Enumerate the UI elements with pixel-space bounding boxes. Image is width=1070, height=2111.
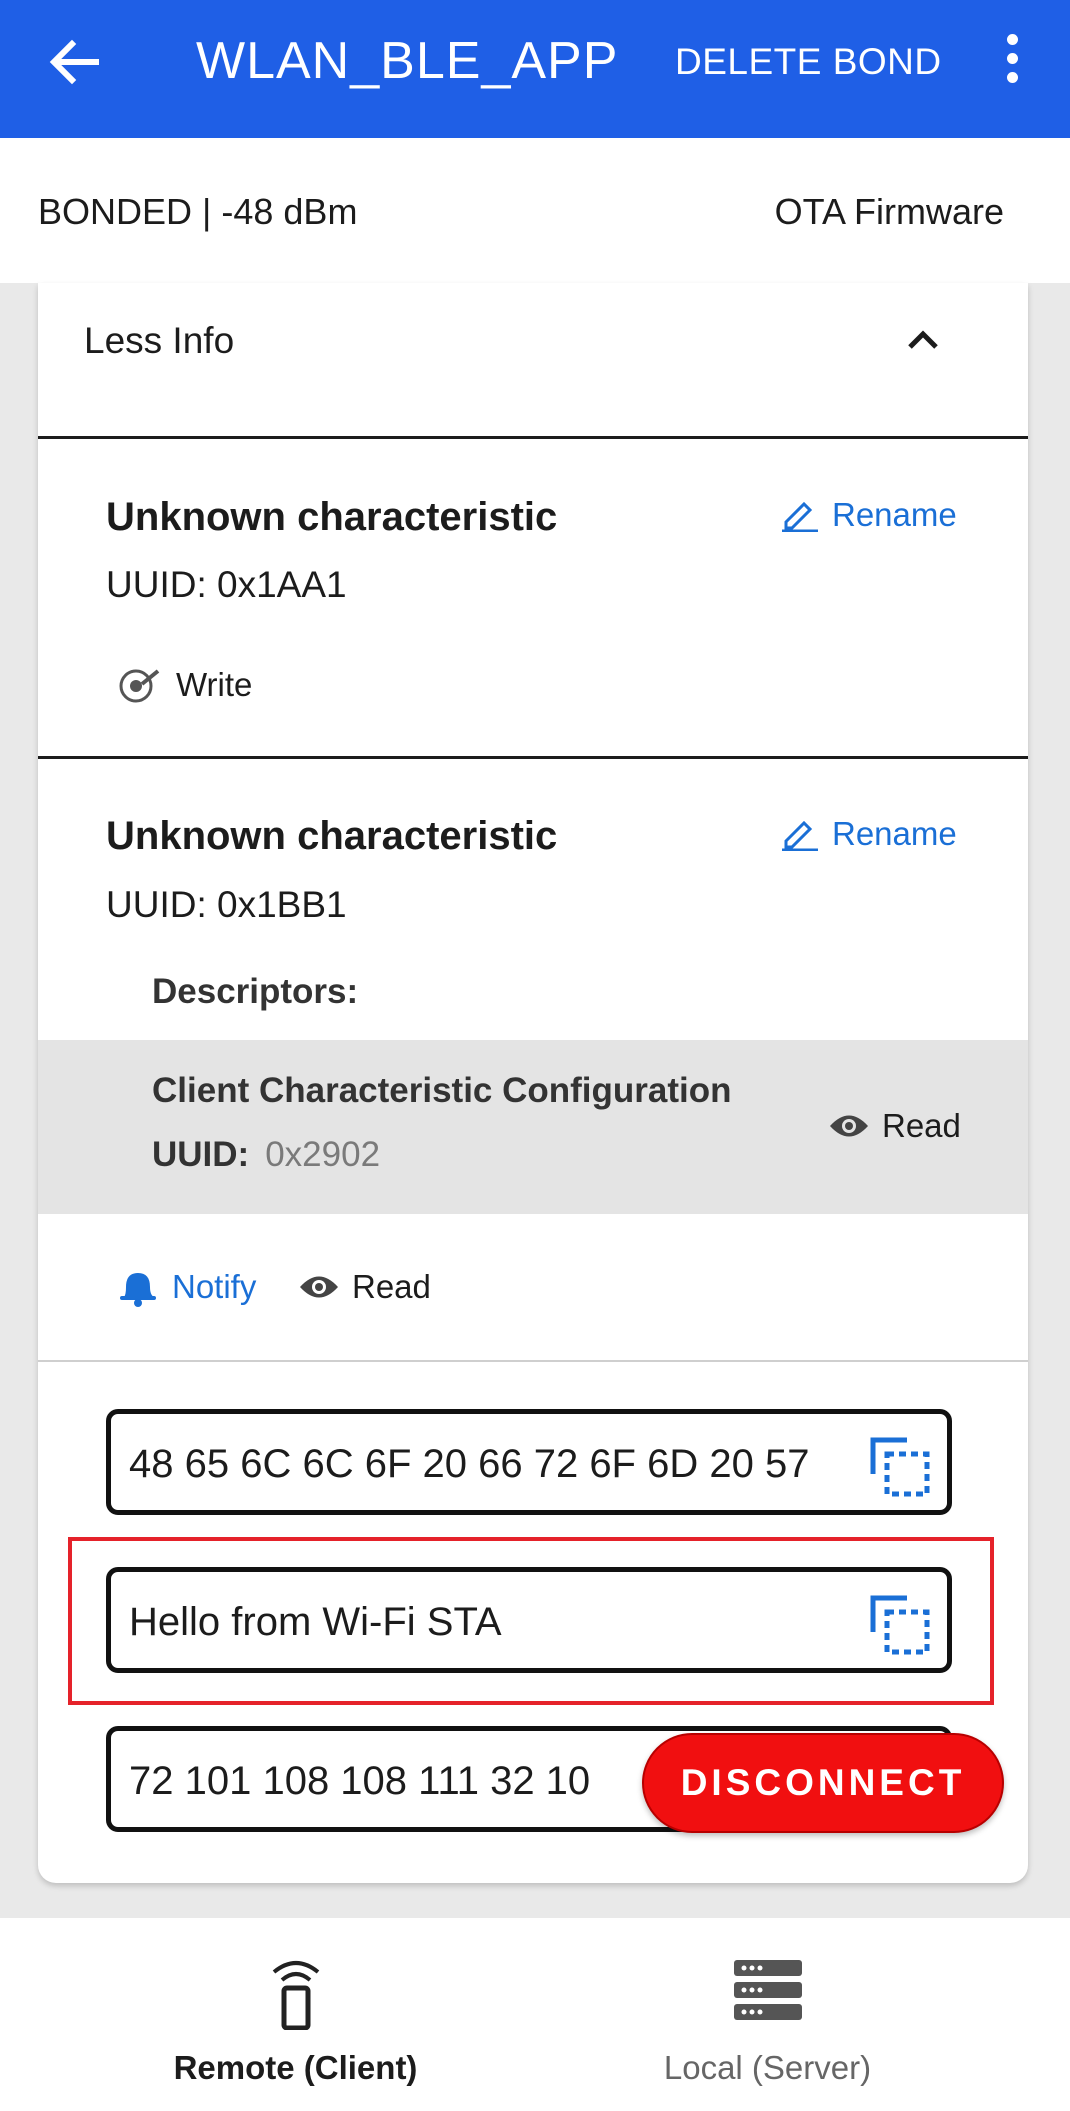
divider [38, 436, 1028, 439]
remote-device-icon [272, 1961, 319, 2030]
server-icon [733, 1960, 802, 2020]
descriptor-name: Client Characteristic Configuration [152, 1071, 732, 1110]
descriptor-row: Client Characteristic Configuration UUID… [38, 1040, 1028, 1214]
notify-label: Notify [172, 1268, 257, 1305]
rename-button[interactable]: Rename [780, 495, 957, 535]
characteristic-uuid: UUID: 0x1BB1 [106, 884, 347, 925]
back-arrow-icon[interactable] [44, 32, 104, 92]
write-label: Write [176, 666, 253, 703]
rename-label: Rename [832, 496, 957, 533]
descriptor-read-label: Read [882, 1107, 961, 1144]
rename-button[interactable]: Rename [780, 814, 957, 854]
descriptor-uuid-value: 0x2902 [265, 1135, 381, 1174]
descriptor-uuid: UUID: 0x2902 [152, 1134, 380, 1176]
chevron-up-icon[interactable] [898, 319, 948, 359]
write-icon [119, 669, 160, 703]
descriptor-read-button[interactable]: Read [828, 1106, 961, 1146]
notify-button[interactable]: Notify [116, 1267, 256, 1307]
connection-status-bar: BONDED | -48 dBm OTA Firmware [0, 138, 1070, 283]
hex-value-text: 48 65 6C 6C 6F 20 66 72 6F 6D 20 57 [129, 1442, 810, 1486]
service-card: Less Info Unknown characteristic Rename … [38, 283, 1028, 1883]
divider [38, 756, 1028, 759]
ota-firmware-button[interactable]: OTA Firmware [775, 190, 1004, 234]
overflow-menu-icon[interactable] [1000, 34, 1024, 86]
eye-icon [830, 1115, 868, 1137]
pencil-icon [782, 820, 818, 852]
tab-remote-client[interactable]: Remote (Client) [28, 1918, 563, 2111]
tab-local-label: Local (Server) [663, 2049, 872, 2086]
descriptors-label: Descriptors: [152, 972, 359, 1011]
characteristic-title: Unknown characteristic [106, 814, 558, 858]
bell-icon [120, 1273, 156, 1307]
app-title: WLAN_BLE_APP [196, 32, 619, 90]
descriptor-uuid-label: UUID: [152, 1135, 250, 1174]
delete-bond-button[interactable]: DELETE BOND [675, 40, 942, 84]
rename-label: Rename [832, 815, 957, 852]
copy-icon[interactable] [867, 1434, 933, 1500]
write-property[interactable]: Write [116, 665, 252, 705]
tab-local-server[interactable]: Local (Server) [500, 1918, 1035, 2111]
app-bar: WLAN_BLE_APP DELETE BOND [0, 0, 1070, 138]
read-label: Read [352, 1268, 431, 1305]
pencil-icon [782, 501, 818, 533]
highlight-box [68, 1537, 994, 1705]
characteristic-title: Unknown characteristic [106, 495, 558, 539]
hex-value-field[interactable]: 48 65 6C 6C 6F 20 66 72 6F 6D 20 57 [106, 1409, 952, 1515]
characteristic-uuid: UUID: 0x1AA1 [106, 564, 347, 605]
bottom-navigation: Remote (Client) Local (Server) [0, 1918, 1070, 2111]
eye-icon [300, 1276, 338, 1298]
bond-status-text: BONDED | -48 dBm [38, 191, 358, 232]
less-info-toggle[interactable]: Less Info [84, 319, 234, 363]
disconnect-button[interactable]: DISCONNECT [642, 1733, 1004, 1833]
tab-remote-label: Remote (Client) [173, 2049, 418, 2086]
read-button[interactable]: Read [298, 1267, 431, 1307]
divider [38, 1360, 1028, 1362]
